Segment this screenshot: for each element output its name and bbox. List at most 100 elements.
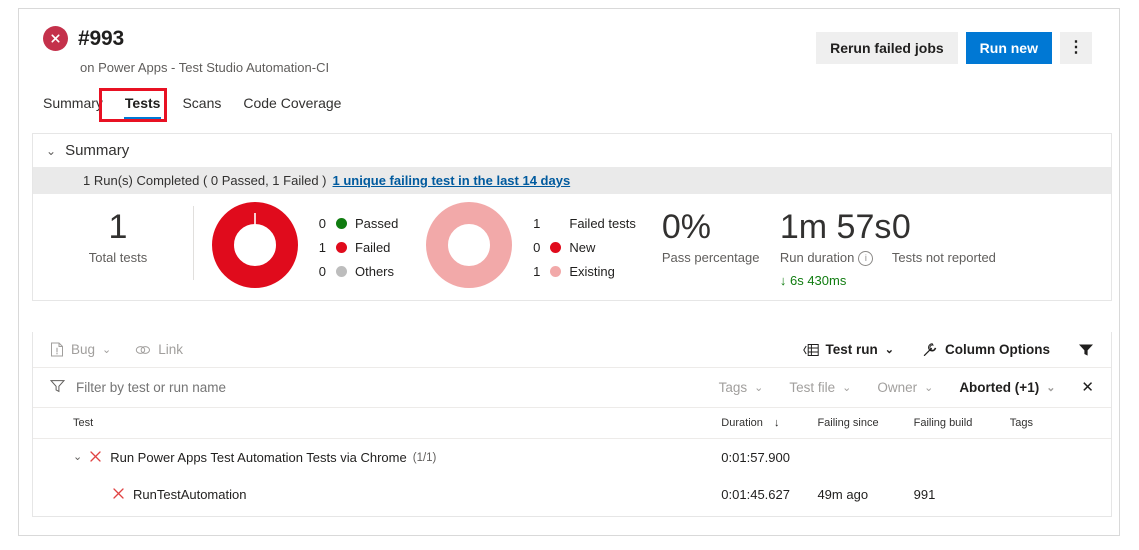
test-results-page: #993 on Power Apps - Test Studio Automat…: [0, 0, 1139, 550]
bug-button[interactable]: Bug ⌄: [50, 342, 111, 357]
summary-metrics: 1 Total tests 0 Passed 1 Failed 0 Others…: [33, 194, 1111, 300]
run-duration-delta: ↓ 6s 430ms: [780, 273, 892, 288]
results-toolbar: Bug ⌄ Link Test run ⌄ Column Options: [33, 332, 1111, 368]
wrench-icon: [922, 342, 938, 358]
delta-down-arrow-icon: ↓: [779, 273, 787, 288]
column-header-failing-since[interactable]: Failing since: [817, 408, 914, 439]
filter-pills: Tags ⌄ Test file ⌄ Owner ⌄ Aborted (+1) …: [693, 380, 1094, 395]
column-header-test[interactable]: Test: [33, 408, 722, 439]
legend-label-passed: Passed: [355, 216, 399, 231]
legend-label-new: New: [569, 240, 596, 255]
filter-input[interactable]: [74, 379, 408, 396]
column-options-button[interactable]: Column Options: [922, 342, 1050, 358]
x-failed-icon: [113, 488, 124, 501]
legend-item-others: 0 Others: [310, 260, 398, 284]
passed-dot-icon: [336, 218, 347, 229]
link-icon: [135, 344, 151, 356]
tab-code-coverage[interactable]: Code Coverage: [232, 92, 352, 119]
run-new-button[interactable]: Run new: [965, 32, 1052, 64]
error-circle-icon: [43, 26, 68, 51]
legend-item-passed: 0 Passed: [310, 212, 399, 236]
rerun-failed-jobs-button[interactable]: Rerun failed jobs: [816, 32, 958, 64]
legend-item-existing: 1 Existing: [524, 260, 635, 284]
test-case-failing-build: 991: [913, 487, 936, 502]
test-case-tags: [1010, 476, 1111, 513]
tab-bar: Summary Tests Scans Code Coverage: [43, 92, 352, 119]
failure-legend: 1 Failed tests 0 New 1 Existing: [524, 212, 636, 284]
test-run-label: Test run: [825, 342, 878, 357]
clear-filters-icon[interactable]: ✕: [1081, 380, 1094, 395]
x-failed-icon: [90, 451, 101, 464]
total-tests-label: Total tests: [88, 250, 148, 265]
legend-label-failed: Failed: [355, 240, 391, 255]
bug-label: Bug: [71, 342, 96, 357]
chevron-down-icon: ⌄: [754, 382, 764, 394]
link-button[interactable]: Link: [135, 342, 183, 357]
chevron-down-icon: ⌄: [924, 382, 934, 394]
pass-percentage-label: Pass percentage: [661, 250, 760, 265]
legend-count-existing: 1: [533, 264, 541, 279]
pass-percentage-value: 0%: [661, 208, 711, 246]
test-group-name: Run Power Apps Test Automation Tests via…: [110, 450, 407, 465]
run-duration-label: Run duration: [779, 250, 855, 265]
outcome-donut-chart: [212, 202, 298, 293]
chevron-down-icon: ⌄: [1046, 382, 1056, 394]
filter-pill-outcome[interactable]: Aborted (+1) ⌄: [959, 380, 1055, 395]
search-filter[interactable]: [49, 379, 408, 396]
column-header-duration-label: Duration: [721, 417, 763, 429]
test-run-grouping-button[interactable]: Test run ⌄: [802, 342, 894, 357]
legend-item-failed: 1 Failed: [310, 236, 398, 260]
more-options-button[interactable]: ⋮: [1060, 32, 1092, 64]
legend-count-failed: 1: [318, 240, 326, 255]
table-row[interactable]: RunTestAutomation 0:01:45.627 49m ago 99…: [33, 476, 1111, 513]
header-actions: Rerun failed jobs Run new ⋮: [816, 32, 1092, 64]
unique-failing-test-link[interactable]: 1 unique failing test in the last 14 day…: [333, 173, 571, 188]
legend-item-failed-tests: 1 Failed tests: [524, 212, 636, 236]
failed-dot-icon: [336, 242, 347, 253]
total-tests-value: 1: [108, 208, 128, 246]
run-duration-label-row: Run duration i: [780, 250, 892, 266]
funnel-icon: [49, 379, 66, 396]
tab-summary[interactable]: Summary: [43, 92, 114, 119]
table-row[interactable]: ⌄ Run Power Apps Test Automation Tests v…: [33, 439, 1111, 477]
tab-tests[interactable]: Tests: [114, 92, 172, 119]
info-icon[interactable]: i: [858, 251, 874, 266]
legend-count-new: 0: [533, 240, 541, 255]
test-case-duration: 0:01:45.627: [721, 487, 790, 502]
link-label: Link: [158, 342, 184, 357]
test-group-row-content: ⌄ Run Power Apps Test Automation Tests v…: [73, 450, 721, 465]
chevron-down-icon: ⌄: [842, 382, 852, 394]
test-case-name-cell: RunTestAutomation: [33, 476, 721, 513]
tests-not-reported-label: Tests not reported: [891, 250, 996, 265]
filter-pill-owner[interactable]: Owner ⌄: [877, 380, 933, 395]
total-tests-metric: 1 Total tests: [43, 194, 193, 265]
legend-label-existing: Existing: [569, 264, 615, 279]
tab-scans[interactable]: Scans: [171, 92, 232, 119]
column-header-duration[interactable]: Duration ↓: [721, 408, 818, 439]
legend-count-passed: 0: [318, 216, 326, 231]
filter-toggle-button[interactable]: [1078, 343, 1094, 357]
column-header-failing-build[interactable]: Failing build: [913, 408, 1010, 439]
column-header-tags[interactable]: Tags: [1009, 408, 1111, 439]
metrics-divider: [193, 206, 194, 280]
test-group-failing-since: [817, 439, 913, 477]
pass-percentage-metric: 0% Pass percentage: [662, 194, 780, 265]
outcome-donut-group: 0 Passed 1 Failed 0 Others: [212, 194, 398, 293]
results-toolbar-right: Test run ⌄ Column Options: [775, 342, 1094, 358]
test-group-count: (1/1): [412, 451, 437, 464]
summary-section-header[interactable]: ⌄ Summary: [33, 134, 1111, 167]
new-dot-icon: [550, 242, 562, 253]
summary-card: ⌄ Summary 1 Run(s) Completed ( 0 Passed,…: [32, 133, 1112, 301]
filter-solid-icon: [1078, 343, 1094, 357]
test-case-row-content: RunTestAutomation: [73, 487, 721, 502]
results-table: Test Duration ↓ Failing since Failing bu…: [33, 408, 1111, 513]
legend-label-failed-tests: Failed tests: [569, 216, 636, 231]
bug-work-item-icon: [50, 342, 64, 357]
chevron-down-icon[interactable]: ⌄: [73, 452, 82, 463]
table-header-row: Test Duration ↓ Failing since Failing bu…: [33, 408, 1111, 439]
filter-pill-test-file[interactable]: Test file ⌄: [789, 380, 851, 395]
build-subtitle: on Power Apps - Test Studio Automation-C…: [80, 60, 330, 75]
filter-pill-tags[interactable]: Tags ⌄: [719, 380, 764, 395]
chevron-down-icon: ⌄: [884, 344, 894, 356]
filter-pill-owner-label: Owner: [877, 380, 918, 395]
